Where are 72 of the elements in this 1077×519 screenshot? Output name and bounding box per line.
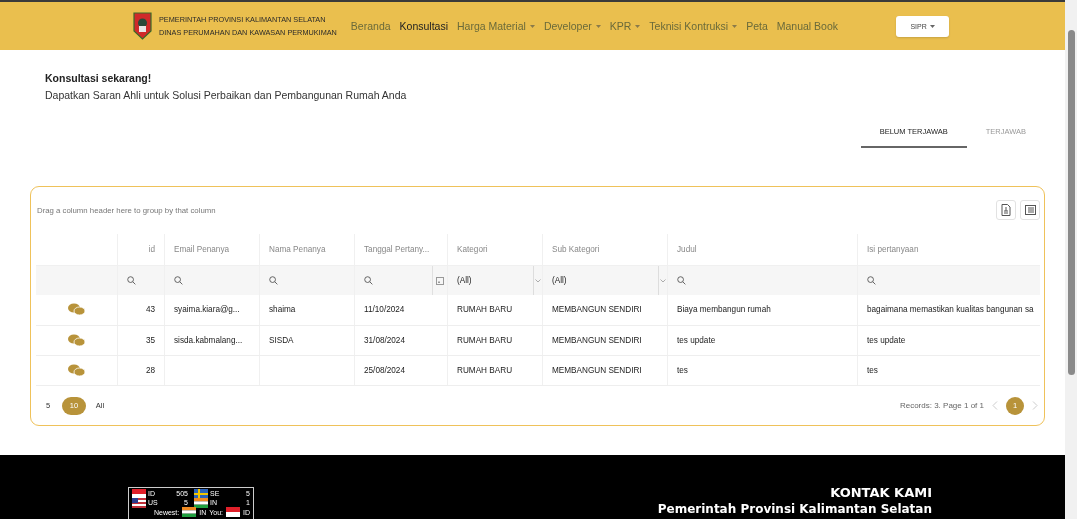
table-cell: bagaimana memastikan kualitas bangunan sa [867,305,1034,315]
table-cell: MEMBANGUN SENDIRI [552,365,642,375]
flag-icon [132,488,146,499]
search-icon [269,276,278,286]
table-cell: RUMAH BARU [457,335,513,345]
table-cell: 25/08/2024 [364,365,405,375]
table-cell: tes [677,365,688,375]
nav-link[interactable]: Harga Material [457,20,535,32]
chat-bubbles-icon[interactable] [68,303,85,317]
table-cell: MEMBANGUN SENDIRI [552,305,642,315]
table-cell: RUMAH BARU [457,305,513,315]
search-icon [867,276,876,286]
export-file-button[interactable] [996,200,1016,221]
chat-bubbles-icon[interactable] [68,333,85,347]
records-info: Records: 3. Page 1 of 1 [899,401,984,410]
table-cell: tes [867,365,878,375]
table-cell: 35 [145,335,155,345]
chat-bubbles-icon[interactable] [68,363,85,377]
column-header[interactable]: Kategori [457,244,488,254]
column-header[interactable]: Judul [677,244,697,254]
flag-icon [194,488,208,499]
calendar-icon[interactable] [432,266,447,296]
flag-icon [182,507,197,517]
flag-icon [194,497,208,508]
table-cell: tes update [677,335,716,345]
table-cell: tes update [867,335,906,345]
column-header[interactable]: Nama Penanya [269,244,326,254]
table-cell: sisda.kabmalang... [174,335,243,345]
nav-link[interactable]: Beranda [350,20,391,32]
table-cell: 43 [145,305,155,315]
table-cell: MEMBANGUN SENDIRI [552,335,642,345]
contact-organization: Pemerintah Provinsi Kalimantan Selatan [657,502,932,516]
table-cell: SISDA [269,335,294,345]
table-cell: 28 [145,365,155,375]
nav-link[interactable]: Teknisi Kontruksi [649,20,738,32]
page-subtitle: Dapatkan Saran Ahli untuk Solusi Perbaikan dan Pembangunan Rumah Anda [45,89,408,101]
table-cell: syaima.kiara@g... [174,305,240,315]
table-cell: shaima [269,305,296,315]
column-header[interactable]: id [148,244,155,254]
chevron-down-icon [535,278,541,283]
nav-link[interactable]: Konsultasi [399,20,448,32]
column-header[interactable]: Email Penanya [174,244,230,254]
column-header[interactable]: Isi pertanyaan [867,244,919,254]
filter-dropdown[interactable]: (All) [457,266,533,296]
table-cell: 11/10/2024 [364,305,405,315]
column-header[interactable]: Tanggal Pertany... [364,244,430,254]
column-header[interactable]: Sub Kategori [552,244,600,254]
search-icon [364,276,373,286]
emblem-logo [133,12,152,40]
nav-link[interactable]: KPR [609,20,641,32]
filter-dropdown[interactable]: (All) [552,266,658,296]
page-title: Konsultasi sekarang! [45,72,153,84]
file-icon [1001,204,1011,217]
list-icon [1024,205,1036,216]
nav-link[interactable]: Manual Book [776,20,839,32]
nav-link[interactable]: Peta [746,20,768,32]
table-cell: 31/08/2024 [364,335,405,345]
column-chooser-button[interactable] [1020,200,1040,221]
search-icon [174,276,183,286]
search-icon [127,276,136,286]
table-cell: Biaya membangun rumah [677,305,771,315]
flag-icon [132,497,146,508]
chevron-down-icon [660,278,666,283]
chevron-right-icon[interactable] [1032,401,1038,410]
scrollbar[interactable] [1065,0,1077,519]
chevron-left-icon[interactable] [992,401,998,410]
search-icon [677,276,686,286]
contact-heading: KONTAK KAMI [830,485,932,500]
flag-icon [226,507,240,517]
table-cell: RUMAH BARU [457,365,513,375]
caret-icon [929,24,935,28]
nav-link[interactable]: Developer [543,20,601,32]
